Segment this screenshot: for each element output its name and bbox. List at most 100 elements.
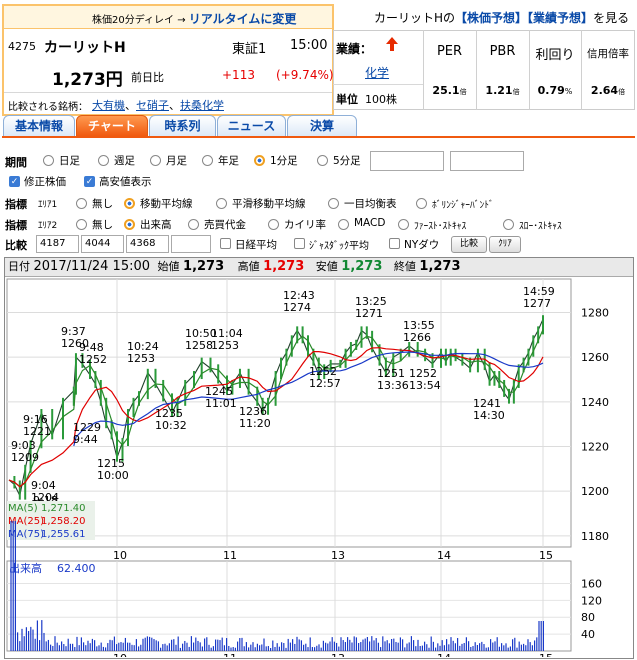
price-annotation: 1209	[11, 451, 39, 464]
change-pct: (+9.74%)	[276, 68, 334, 82]
tab-basic-info[interactable]: 基本情報	[3, 115, 75, 137]
nikkei-checkbox[interactable]	[220, 238, 231, 249]
unit-value: 100株	[365, 93, 397, 106]
sector-link[interactable]: 化学	[365, 64, 389, 81]
price-annotation: 1221	[23, 425, 51, 438]
price-annotation: 1274	[283, 301, 311, 314]
ind2-radio-none[interactable]	[76, 219, 87, 230]
nydow-checkbox[interactable]	[389, 238, 400, 249]
ind1-option: 移動平均線	[140, 198, 193, 210]
ind2-option: 出来高	[140, 219, 172, 231]
realtime-link[interactable]: リアルタイムに変更	[189, 12, 297, 26]
chart-area: 日付 2017/11/24 15:00 始値 1,273 高値 1,273 安値…	[4, 257, 634, 659]
stock-info-box: 株価20分ディレイ → リアルタイムに変更 4275 カーリットH 東証1 15…	[2, 4, 334, 116]
date-from-input[interactable]	[370, 151, 444, 171]
open-value: 1,273	[183, 259, 225, 274]
delay-note: 株価20分ディレイ →	[92, 15, 189, 26]
ind2-radio-deviation[interactable]	[268, 219, 279, 230]
compare-code-input[interactable]: 4368	[126, 235, 169, 253]
price-annotation: 1266	[403, 331, 431, 344]
close-value: 1,273	[419, 259, 461, 274]
adjusted-price-checkbox[interactable]: ✓	[9, 176, 20, 187]
period-radio-5min[interactable]	[317, 155, 328, 166]
up-arrow-icon	[385, 36, 399, 55]
price-annotation: 11:01	[205, 397, 237, 410]
ind1-radio-bollinger[interactable]	[416, 198, 427, 209]
ind2-radio-fast-stoch[interactable]	[398, 219, 409, 230]
compare-row-label: 比較	[5, 239, 27, 252]
ind2-radio-volume[interactable]	[124, 219, 135, 230]
compare-index-label: 日経平均	[235, 239, 277, 251]
ind2-option: 無し	[92, 219, 113, 231]
price-tick-label: 1280	[581, 307, 609, 320]
ind2-radio-turnover[interactable]	[188, 219, 199, 230]
ma-legend-value: 1,258.20	[41, 516, 86, 527]
tab-earnings[interactable]: 決算	[287, 115, 357, 137]
period-label: 期間	[5, 156, 27, 169]
ind2-option: ｽﾛｰ･ｽﾄｷｬｽ	[519, 221, 562, 232]
ind2-radio-macd[interactable]	[338, 219, 349, 230]
period-radio-weekly[interactable]	[98, 155, 109, 166]
clear-button[interactable]: ｸﾘｱ	[489, 236, 521, 253]
change: +113	[222, 68, 255, 82]
compare-stock-link[interactable]: 大有機	[92, 99, 125, 112]
period-radio-yearly[interactable]	[202, 155, 213, 166]
metrics-panel: 業績： 化学 単位 100株 PER PBR 利回り 信用倍率 25.1倍 1.…	[333, 4, 635, 112]
tab-timeseries[interactable]: 時系列	[149, 115, 216, 137]
high-low-label: 高安値表示	[99, 176, 152, 188]
period-radio-monthly[interactable]	[150, 155, 161, 166]
market: 東証1	[232, 42, 267, 57]
price-tick-label: 1180	[581, 530, 609, 543]
compare-stock-link[interactable]: 扶桑化学	[180, 99, 224, 112]
date-value: 2017/11/24 15:00	[33, 259, 151, 274]
high-low-checkbox[interactable]: ✓	[84, 176, 95, 187]
realtime-bar: 株価20分ディレイ → リアルタイムに変更	[4, 6, 332, 29]
ind1-radio-ma[interactable]	[124, 198, 135, 209]
compare-stock-link[interactable]: セ硝子	[136, 99, 169, 112]
date-to-input[interactable]	[450, 151, 524, 171]
volume-tick-label: 80	[581, 611, 595, 624]
ind1-radio-ichimoku[interactable]	[328, 198, 339, 209]
ind1-radio-none[interactable]	[76, 198, 87, 209]
ind1-radio-ema[interactable]	[216, 198, 227, 209]
compare-code-input[interactable]: 4187	[36, 235, 79, 253]
period-option: 日足	[59, 155, 80, 167]
volume-time-label: 14	[437, 652, 451, 657]
time-tick-label: 14	[437, 549, 451, 562]
period-radio-daily[interactable]	[43, 155, 54, 166]
compare-code-input[interactable]: 4044	[81, 235, 124, 253]
tab-news[interactable]: ニュース	[217, 115, 286, 137]
ind2-option: MACD	[354, 217, 386, 229]
price-tick-label: 1260	[581, 351, 609, 364]
ind2-radio-slow-stoch[interactable]	[503, 219, 514, 230]
stock-name: カーリットH	[44, 40, 126, 56]
time-tick-label: 15	[539, 549, 553, 562]
jasdaq-checkbox[interactable]	[294, 238, 305, 249]
adjusted-price-label: 修正株価	[24, 176, 66, 188]
ind2-option: 売買代金	[204, 219, 246, 231]
metric-pbr: 1.21倍	[485, 84, 520, 97]
open-label: 始値	[157, 260, 180, 273]
time-tick-label: 13	[331, 549, 345, 562]
price-annotation: 14:30	[473, 409, 505, 422]
volume-time-label: 11	[223, 652, 237, 657]
compare-button[interactable]: 比較	[451, 236, 487, 253]
price-annotation: 1253	[127, 352, 155, 365]
volume-time-label: 15	[539, 652, 553, 657]
tab-chart[interactable]: チャート	[76, 115, 148, 137]
price-annotation: 1277	[523, 297, 551, 310]
price-tick-label: 1200	[581, 485, 609, 498]
quote-time: 15:00	[290, 38, 328, 53]
price-annotation: 12:57	[309, 377, 341, 390]
metric-label-margin: 信用倍率	[587, 48, 629, 60]
price-chart-svg[interactable]: 11801200122012401260128010 11 13 14 159:0312…	[5, 277, 633, 657]
compare-code-input[interactable]	[171, 235, 211, 253]
period-radio-1min[interactable]	[254, 155, 265, 166]
low-value: 1,273	[341, 259, 383, 274]
period-option: 5分足	[333, 155, 361, 167]
stock-code: 4275	[8, 40, 36, 53]
period-option: 年足	[218, 155, 239, 167]
ind1-option: 無し	[92, 198, 113, 210]
indicator1-label: 指標	[5, 198, 27, 211]
ma-legend-label: MA(5)	[8, 503, 38, 514]
